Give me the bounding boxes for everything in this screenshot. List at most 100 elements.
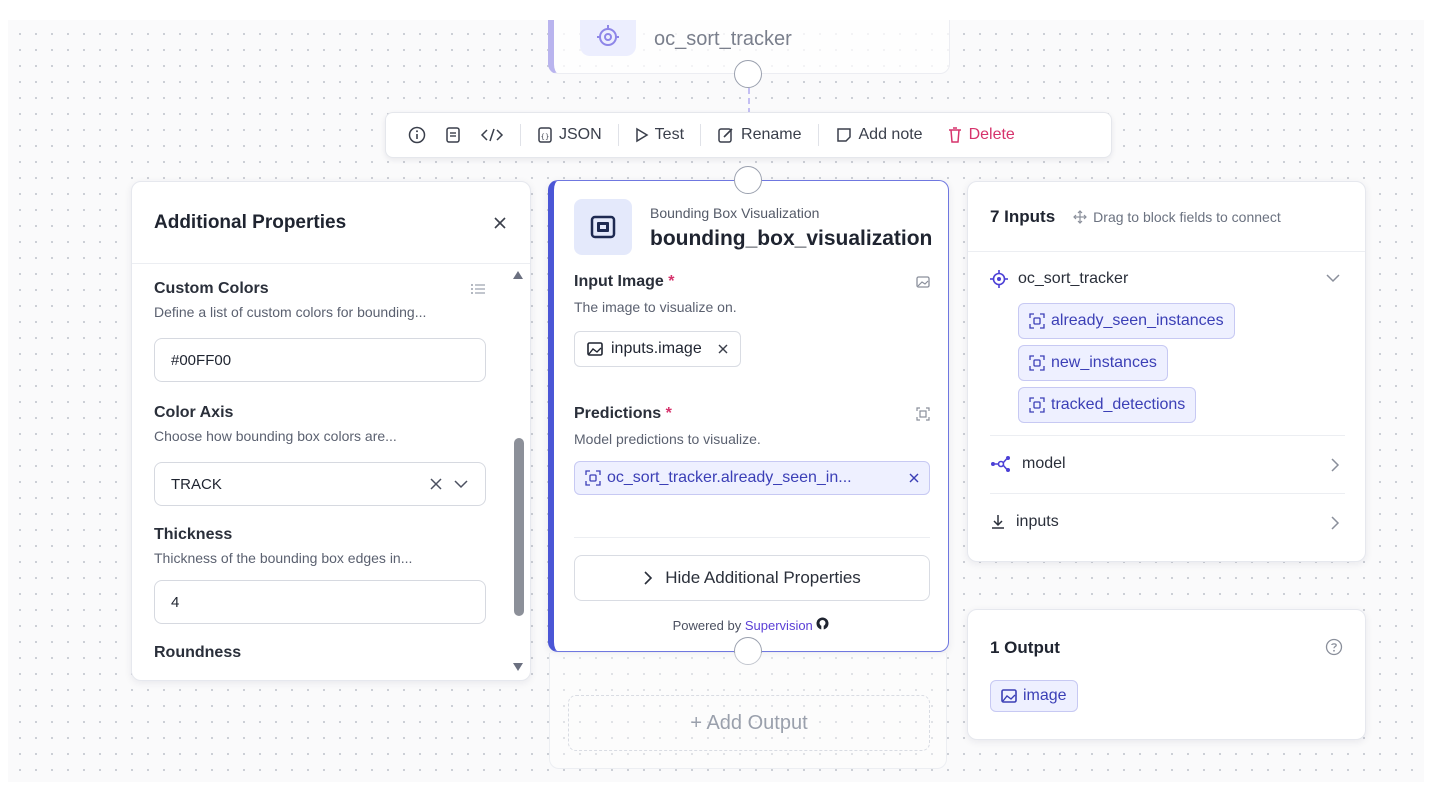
field-title-color-axis: Color Axis <box>154 404 234 421</box>
close-icon[interactable] <box>492 215 508 231</box>
document-icon[interactable] <box>440 126 466 144</box>
json-label: JSON <box>559 126 602 143</box>
github-icon[interactable] <box>816 617 829 630</box>
field-chip-new-instances[interactable]: new_instances <box>1018 345 1168 381</box>
image-icon <box>1001 689 1017 703</box>
input-image-description: The image to visualize on. <box>574 299 737 315</box>
color-axis-select[interactable]: TRACK <box>154 462 486 506</box>
block-name: bounding_box_visualization <box>650 227 933 250</box>
predictions-value: oc_sort_tracker.already_seen_in... <box>607 469 852 486</box>
tracker-icon <box>580 20 636 56</box>
block-toolbar: {} JSON Test Rename Add note Delete <box>385 112 1112 158</box>
info-icon[interactable] <box>404 126 430 144</box>
predictions-chip[interactable]: oc_sort_tracker.already_seen_in... <box>574 461 930 495</box>
chevron-right-icon[interactable] <box>1329 457 1341 473</box>
image-icon <box>587 342 603 356</box>
toolbar-divider <box>520 124 521 146</box>
connection-line <box>748 88 750 114</box>
supervision-link[interactable]: Supervision <box>745 618 813 633</box>
model-icon <box>990 455 1012 473</box>
input-port[interactable] <box>734 166 762 194</box>
outputs-panel: 1 Output image <box>967 609 1366 740</box>
chevron-right-icon <box>643 571 653 585</box>
inputs-count: 7 Inputs <box>990 206 1056 226</box>
chevron-right-icon[interactable] <box>1329 515 1341 531</box>
panel-title: Additional Properties <box>154 211 347 233</box>
field-chip-tracked-detections[interactable]: tracked_detections <box>1018 387 1197 423</box>
scroll-down-icon[interactable] <box>512 662 524 672</box>
toolbar-divider <box>700 124 702 146</box>
json-button[interactable]: {} JSON <box>533 126 606 144</box>
input-group-model[interactable]: model <box>990 455 1066 473</box>
color-axis-value: TRACK <box>171 475 222 493</box>
field-desc-custom-colors: Define a list of custom colors for bound… <box>154 304 427 320</box>
output-chip-image[interactable]: image <box>990 680 1078 712</box>
input-group-name: oc_sort_tracker <box>1018 270 1129 287</box>
list-icon[interactable] <box>470 282 486 296</box>
toolbar-divider <box>817 124 819 146</box>
input-group-name: inputs <box>1016 513 1059 530</box>
hide-additional-properties-button[interactable]: Hide Additional Properties <box>574 555 930 601</box>
delete-button[interactable]: Delete <box>943 126 1019 144</box>
field-title-thickness: Thickness <box>154 526 233 543</box>
scrollbar-thumb[interactable] <box>514 438 524 616</box>
tracker-icon <box>990 270 1008 288</box>
input-image-value: inputs.image <box>611 340 702 357</box>
scroll-up-icon[interactable] <box>512 270 524 280</box>
bounding-box-block-node[interactable]: Bounding Box Visualization bounding_box_… <box>548 180 949 652</box>
toolbar-divider <box>617 124 619 146</box>
remove-icon[interactable] <box>909 473 919 483</box>
help-icon[interactable] <box>1325 638 1343 656</box>
inputs-panel: 7 Inputs Drag to block fields to connect… <box>967 181 1366 562</box>
detections-icon <box>916 407 930 421</box>
input-group-oc-sort-tracker[interactable]: oc_sort_tracker <box>990 270 1128 288</box>
thickness-input[interactable]: 4 <box>154 580 486 624</box>
custom-colors-input[interactable]: #00FF00 <box>154 338 486 382</box>
rename-button[interactable]: Rename <box>713 126 805 144</box>
play-icon <box>635 127 649 143</box>
detections-icon <box>1029 313 1045 329</box>
bounding-box-icon <box>574 199 632 255</box>
field-desc-thickness: Thickness of the bounding box edges in..… <box>154 550 413 566</box>
code-icon[interactable] <box>476 126 508 144</box>
chevron-down-icon[interactable] <box>453 478 469 490</box>
svg-text:{}: {} <box>541 133 550 141</box>
note-icon <box>835 126 853 144</box>
input-group-inputs[interactable]: inputs <box>990 513 1059 531</box>
drag-hint: Drag to block fields to connect <box>1073 209 1281 225</box>
json-file-icon: {} <box>537 126 553 144</box>
predictions-label: Predictions * <box>574 405 672 422</box>
additional-properties-panel: Additional Properties Custom Colors Defi… <box>131 181 531 681</box>
add-note-button[interactable]: Add note <box>831 126 927 144</box>
move-icon <box>1073 209 1088 224</box>
field-chip-already-seen-instances[interactable]: already_seen_instances <box>1018 303 1235 339</box>
field-desc-color-axis: Choose how bounding box colors are... <box>154 428 397 444</box>
add-output-button[interactable]: + Add Output <box>568 695 930 751</box>
outputs-count: 1 Output <box>990 638 1060 657</box>
output-port[interactable] <box>734 60 762 88</box>
trash-icon <box>947 126 963 144</box>
download-icon <box>990 514 1006 530</box>
input-image-chip[interactable]: inputs.image <box>574 331 741 367</box>
edit-icon <box>717 126 735 144</box>
divider <box>990 493 1345 494</box>
powered-by: Powered by Supervision <box>554 617 948 633</box>
detections-icon <box>1029 397 1045 413</box>
clear-icon[interactable] <box>429 477 443 491</box>
field-title-roundness: Roundness <box>154 644 242 661</box>
hide-button-label: Hide Additional Properties <box>665 568 861 587</box>
add-note-label: Add note <box>858 126 923 143</box>
properties-list: Custom Colors Define a list of custom co… <box>154 280 486 662</box>
add-output-node: + Add Output <box>549 653 947 769</box>
rename-label: Rename <box>741 126 802 143</box>
remove-icon[interactable] <box>718 344 728 354</box>
input-image-label: Input Image * <box>574 273 675 290</box>
divider <box>574 537 930 538</box>
test-label: Test <box>654 126 685 143</box>
input-group-name: model <box>1022 455 1066 472</box>
test-button[interactable]: Test <box>631 126 688 144</box>
image-icon <box>916 276 930 288</box>
detections-icon <box>585 470 601 486</box>
divider <box>990 435 1345 436</box>
chevron-down-icon[interactable] <box>1325 272 1341 284</box>
